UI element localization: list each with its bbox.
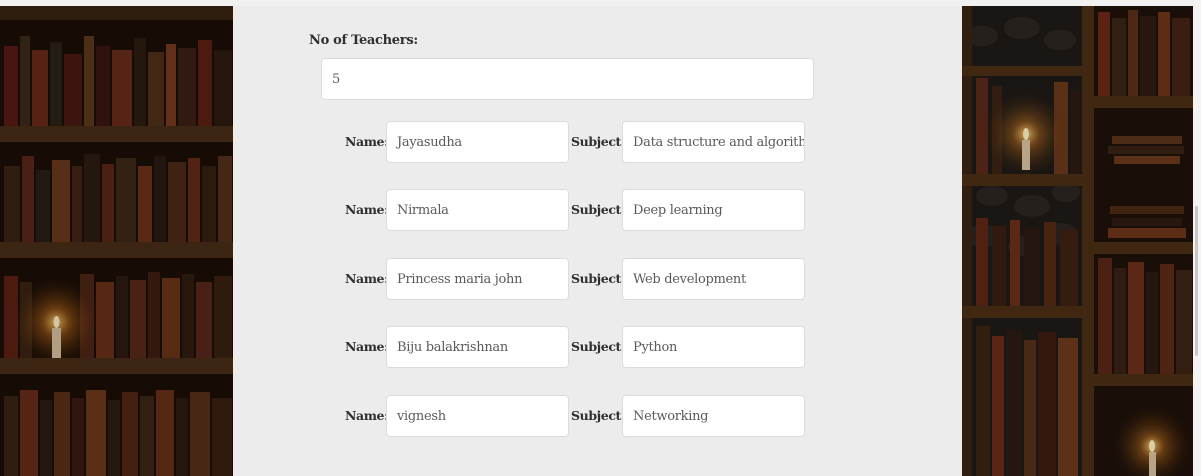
teacher-subject-input-4[interactable]: Python [622, 326, 805, 368]
bookshelf-image-right [962, 6, 1193, 476]
page: No of Teachers: 5 Name: Jayasudha Subjec… [0, 0, 1201, 476]
teacher-subject-input-2[interactable]: Deep learning [622, 189, 805, 231]
name-label: Name: [345, 408, 389, 423]
subject-label: Subject: [571, 408, 626, 423]
teacher-name-input-2[interactable]: Nirmala [386, 189, 569, 231]
teacher-subject-input-3[interactable]: Web development [622, 258, 805, 300]
scrollbar-thumb[interactable] [1195, 206, 1198, 356]
teacher-name-input-1[interactable]: Jayasudha [386, 121, 569, 163]
name-label: Name: [345, 134, 389, 149]
subject-label: Subject: [571, 134, 626, 149]
bookshelf-image-left [0, 6, 233, 476]
teacher-count-input[interactable]: 5 [321, 58, 814, 100]
name-label: Name: [345, 202, 389, 217]
subject-label: Subject: [571, 271, 626, 286]
teacher-subject-input-1[interactable]: Data structure and algorithr [622, 121, 805, 163]
subject-label: Subject: [571, 202, 626, 217]
name-label: Name: [345, 271, 389, 286]
teacher-form: No of Teachers: 5 Name: Jayasudha Subjec… [233, 6, 962, 476]
name-label: Name: [345, 339, 389, 354]
teacher-subject-input-5[interactable]: Networking [622, 395, 805, 437]
teacher-name-input-4[interactable]: Biju balakrishnan [386, 326, 569, 368]
teacher-name-input-5[interactable]: vignesh [386, 395, 569, 437]
teacher-name-input-3[interactable]: Princess maria john [386, 258, 569, 300]
subject-label: Subject: [571, 339, 626, 354]
teacher-count-label: No of Teachers: [309, 33, 418, 48]
